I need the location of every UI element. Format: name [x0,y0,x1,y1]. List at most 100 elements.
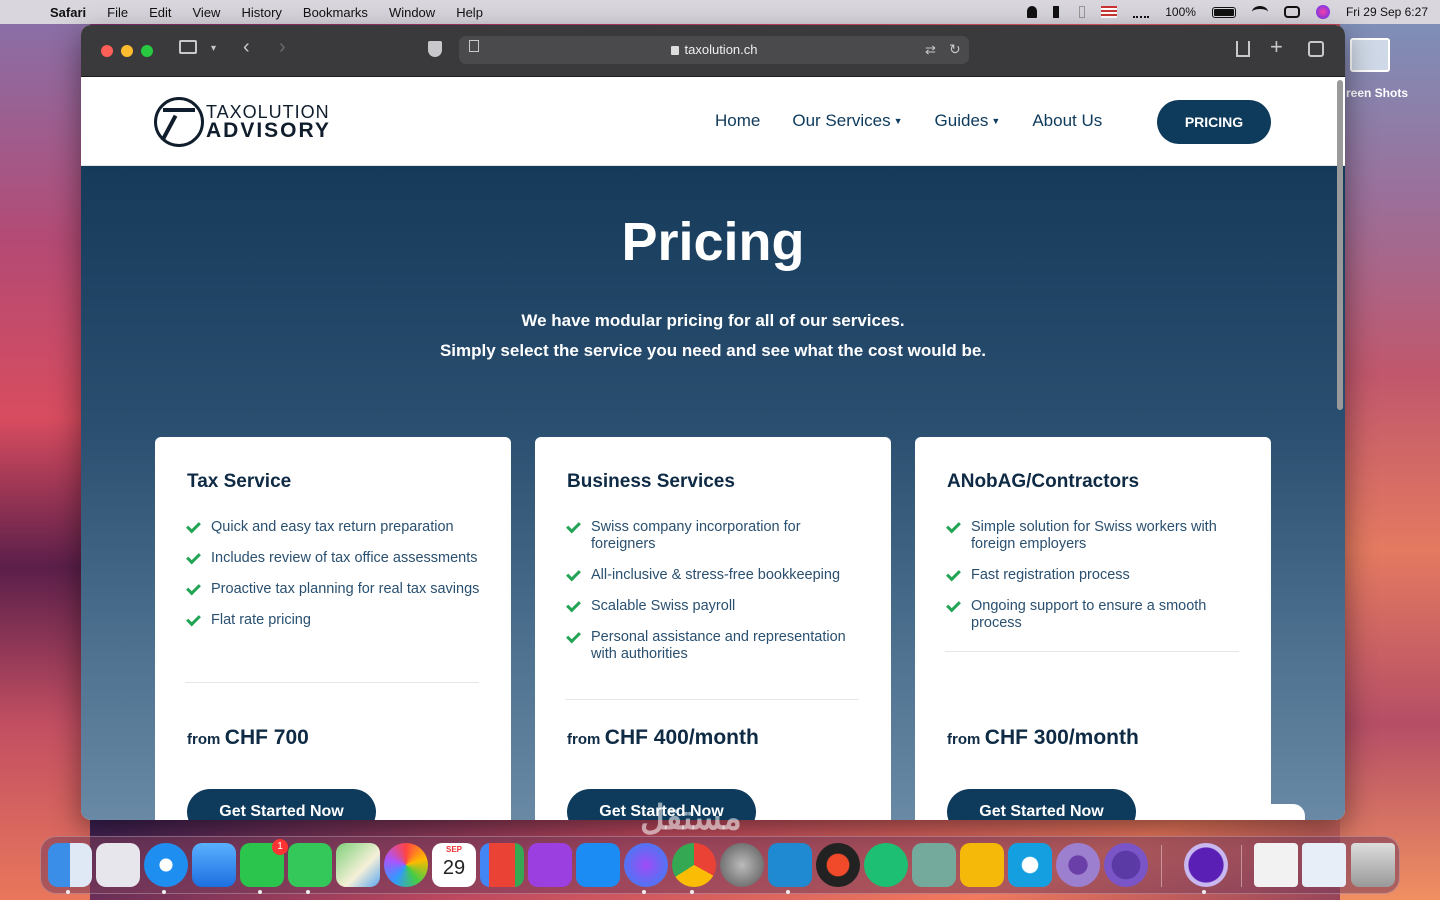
feature-list: Simple solution for Swiss workers with f… [946,518,1247,646]
radar-icon[interactable] [1056,843,1100,887]
menu-file[interactable]: File [107,5,128,20]
user-icon[interactable] [1027,6,1038,18]
privacy-shield-icon[interactable] [428,41,442,57]
divider [185,682,479,683]
check-icon [946,597,961,613]
podcasts-icon[interactable] [528,843,572,887]
nav-guides-label: Guides [934,111,989,130]
signal-icon[interactable] [1008,843,1052,887]
vertical-scrollbar[interactable] [1337,80,1343,410]
check-icon [186,580,201,596]
menu-bookmarks[interactable]: Bookmarks [303,5,368,20]
system-settings-icon[interactable] [720,843,764,887]
nav-home[interactable]: Home [715,111,760,131]
trash-icon[interactable] [1351,843,1395,887]
feature-text: Quick and easy tax return preparation [211,519,454,535]
menu-view[interactable]: View [193,5,221,20]
flag-us-icon[interactable] [1101,6,1118,18]
tab-overview-icon[interactable] [1308,41,1324,57]
check-icon [186,518,201,534]
mail-icon[interactable] [192,843,236,887]
launchpad-icon[interactable] [96,843,140,887]
back-icon[interactable]: ‹ [243,37,250,57]
watermark-logo: مستقل [640,799,742,837]
running-indicator [642,890,646,894]
card-title: Tax Service [187,471,292,492]
feature-text: Fast registration process [971,567,1130,583]
feature-item: Scalable Swiss payroll [566,597,867,615]
dock: 1 SEP 29 [40,836,1400,894]
safari-icon[interactable] [144,843,188,887]
screenshots-folder-icon[interactable] [1350,38,1390,72]
bluetooth-icon[interactable] [1079,6,1086,18]
recorder-icon[interactable] [816,843,860,887]
fiverr-icon[interactable] [864,843,908,887]
menu-history[interactable]: History [241,5,281,20]
activity-icon[interactable] [1133,6,1150,18]
feature-text: Personal assistance and representation w… [591,629,846,662]
calendar-month: SEP [445,845,462,854]
close-window-button[interactable] [101,45,113,57]
feature-text: Scalable Swiss payroll [591,598,736,614]
running-indicator [162,890,166,894]
menu-app-name[interactable]: Safari [50,5,86,20]
running-indicator [66,890,70,894]
chevron-down-icon[interactable]: ▾ [211,39,216,59]
finder-icon[interactable] [48,843,92,887]
nav-about-us[interactable]: About Us [1032,111,1102,131]
new-tab-icon[interactable]: + [1270,36,1283,58]
card-title: Business Services [567,471,735,492]
reload-icon[interactable]: ↻ [949,39,961,59]
feature-list: Swiss company incorporation for foreigne… [566,518,867,677]
menu-datetime[interactable]: Fri 29 Sep 6:27 [1346,5,1428,19]
logo-text-bottom[interactable]: ADVISORY [206,119,331,143]
check-icon [946,518,961,534]
menu-bar: Safari File Edit View History Bookmarks … [0,0,1440,24]
apple-menu-icon[interactable] [20,4,36,20]
messenger-icon[interactable] [624,843,668,887]
url-text[interactable]: taxolution.ch [685,42,758,57]
menu-edit[interactable]: Edit [149,5,171,20]
messages-icon[interactable] [288,843,332,887]
volume-icon[interactable] [1053,6,1063,18]
calendar-icon[interactable]: SEP 29 [432,843,476,887]
proton-icon[interactable] [1104,843,1148,887]
lock-icon [670,46,679,55]
taxolution-logo-icon[interactable] [154,97,204,147]
get-started-button[interactable]: Get Started Now [947,789,1136,820]
translate-icon[interactable]: ⇄ [925,40,936,60]
photos-icon[interactable] [384,843,428,887]
chatgpt-icon[interactable] [912,843,956,887]
facetime-icon[interactable]: 1 [240,839,288,887]
siri-icon[interactable] [1315,5,1330,19]
vscode-icon[interactable] [768,843,812,887]
forward-icon[interactable]: › [279,37,286,57]
window-preview-2-icon[interactable] [1302,843,1346,887]
get-started-button[interactable]: Get Started Now [187,789,376,820]
app-store-icon[interactable] [576,843,620,887]
menu-window[interactable]: Window [389,5,435,20]
nav-guides[interactable]: Guides ▼ [935,111,1001,131]
chrome-icon[interactable] [672,843,716,887]
wifi-icon[interactable] [1251,6,1268,18]
minimize-window-button[interactable] [121,45,133,57]
nav-our-services[interactable]: Our Services ▼ [792,111,902,131]
pricing-button[interactable]: PRICING [1157,100,1271,144]
wallpaper-right [1340,24,1440,900]
window-preview-icon[interactable] [1254,843,1298,887]
control-center-icon[interactable] [1283,6,1300,18]
feature-text: All-inclusive & stress-free bookkeeping [591,567,841,583]
feature-text: Flat rate pricing [211,612,311,628]
feature-item: Fast registration process [946,566,1247,584]
menu-help[interactable]: Help [456,5,483,20]
chat-widget[interactable] [1141,804,1305,820]
gmail-icon[interactable] [480,843,524,887]
battery-icon[interactable] [1211,6,1236,18]
maps-icon[interactable] [336,843,380,887]
disk-utility-icon[interactable] [1184,843,1228,887]
address-bar[interactable]: taxolution.ch ⇄ ↻ [459,36,969,64]
sidebar-toggle-icon[interactable] [179,40,197,54]
zoom-window-button[interactable] [141,45,153,57]
share-icon[interactable] [1236,41,1250,57]
five-icon[interactable] [960,843,1004,887]
